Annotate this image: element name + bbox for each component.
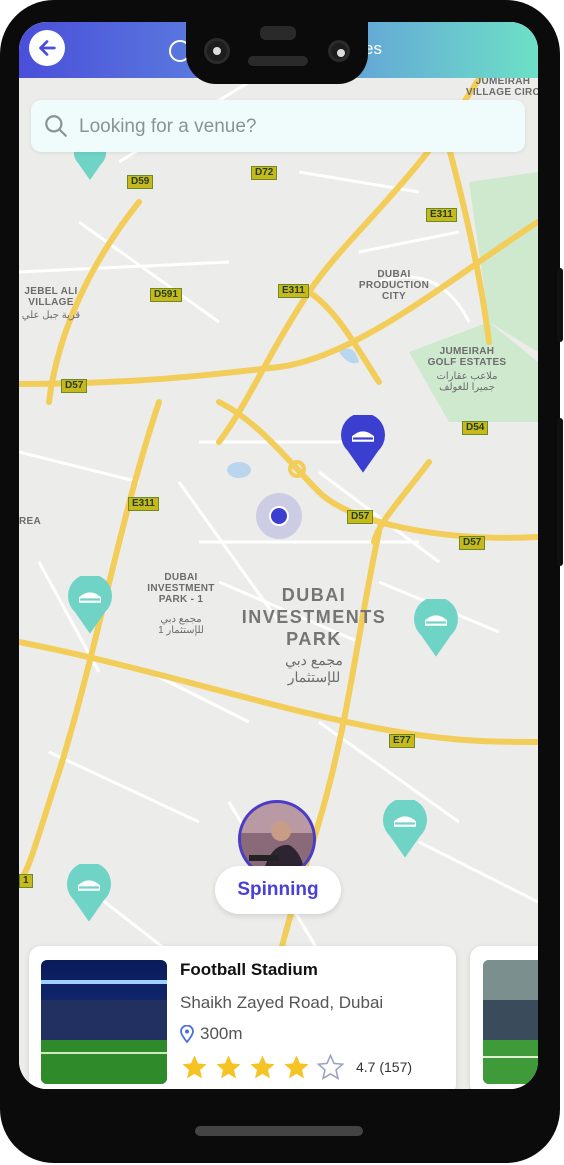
star-filled-icon xyxy=(284,1055,309,1079)
star-filled-icon xyxy=(250,1055,275,1079)
venue-distance: 300m xyxy=(200,1024,243,1043)
screen: JUMEIRAH VILLAGE CIRC DUBAI PRODUCTION C… xyxy=(19,22,538,1089)
map-label-golf-estates: JUMEIRAH GOLF ESTATES xyxy=(427,346,507,368)
venue-pin-teal[interactable] xyxy=(414,599,458,657)
star-empty-icon xyxy=(316,1053,345,1080)
location-pin-icon xyxy=(180,1025,194,1043)
road-badge: D591 xyxy=(150,288,182,302)
venue-address: Shaikh Zayed Road, Dubai xyxy=(180,993,384,1012)
venue-pin-selected[interactable] xyxy=(341,415,385,473)
speaker xyxy=(260,26,296,40)
venue-pin-teal[interactable] xyxy=(68,576,112,634)
venue-rating: 4.7 (157) xyxy=(356,1059,413,1075)
road-badge: D57 xyxy=(459,536,486,550)
map-label-production-city: DUBAI PRODUCTION CITY xyxy=(358,269,430,302)
speaker xyxy=(248,56,308,66)
road-badge: D59 xyxy=(127,175,154,189)
activity-label: Spinning xyxy=(215,866,341,914)
map-label-dip-ar: مجمع دبي للإستثمار xyxy=(285,652,343,685)
map-label-dip1-ar: مجمع دبي للإستثمار 1 xyxy=(158,614,204,636)
road-badge: E311 xyxy=(128,497,159,511)
venue-card[interactable]: Football Stadium Shaikh Zayed Road, Duba… xyxy=(29,946,456,1089)
venue-image xyxy=(483,960,538,1084)
front-camera xyxy=(328,40,350,62)
road-badge: E311 xyxy=(426,208,457,222)
road-badge: D57 xyxy=(347,510,374,524)
back-button[interactable] xyxy=(29,30,65,66)
venue-image xyxy=(41,960,167,1084)
search-bar[interactable] xyxy=(31,100,525,154)
power-button xyxy=(557,268,563,342)
venue-pin-teal[interactable] xyxy=(383,800,427,858)
current-location-icon xyxy=(256,493,302,539)
search-icon xyxy=(45,115,67,137)
rating-stars xyxy=(180,1053,345,1082)
road-badge: D54 xyxy=(462,421,489,435)
map-label-golf-estates-ar: ملاعب عقارات جميرا للغولف xyxy=(436,371,498,393)
phone-frame: JUMEIRAH VILLAGE CIRC DUBAI PRODUCTION C… xyxy=(0,0,563,1163)
front-camera xyxy=(204,38,230,64)
road-badge: E77 xyxy=(389,734,415,748)
search-input[interactable] xyxy=(77,100,511,154)
venue-pin-teal[interactable] xyxy=(67,864,111,922)
map-label-jumeirah-village: JUMEIRAH VILLAGE CIRC xyxy=(465,76,538,98)
map-label-jebel-ali-ar: قرية جبل علي xyxy=(21,310,81,321)
map-label-dip: DUBAI INVESTMENTS PARK xyxy=(241,585,387,649)
road-badge: D57 xyxy=(61,379,88,393)
venue-card-next[interactable] xyxy=(470,946,538,1089)
map-label-dip1: DUBAI INVESTMENT PARK - 1 xyxy=(147,572,215,605)
volume-button xyxy=(557,418,563,566)
map-label-area-fragment: REA xyxy=(19,516,42,527)
camera-notch xyxy=(186,0,368,84)
star-filled-icon xyxy=(216,1055,241,1079)
road-badge: D72 xyxy=(251,166,278,180)
map-label-jebel-ali: JEBEL ALI VILLAGE xyxy=(24,286,78,308)
activity-marker[interactable]: Spinning xyxy=(215,800,341,918)
star-filled-icon xyxy=(182,1055,207,1079)
road-badge: 1 xyxy=(19,874,33,888)
arrow-left-icon xyxy=(39,40,56,56)
home-indicator[interactable] xyxy=(195,1126,363,1136)
road-badge: E311 xyxy=(278,284,309,298)
venue-title: Football Stadium xyxy=(180,960,318,979)
map[interactable] xyxy=(19,22,538,1089)
